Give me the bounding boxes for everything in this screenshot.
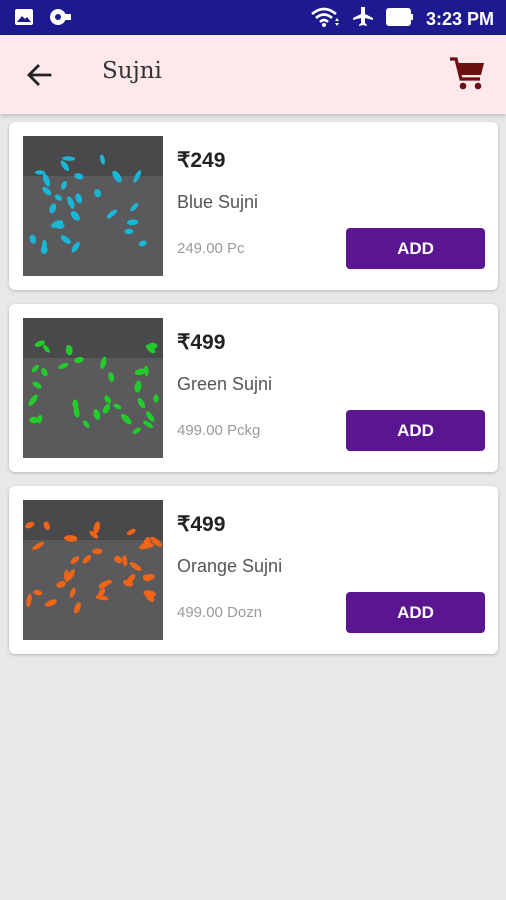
battery-icon [385,7,414,32]
status-bar-left [14,8,72,31]
add-button[interactable]: ADD [346,410,485,451]
product-price: ₹499 [177,513,226,536]
camera-icon [48,8,72,31]
product-image [23,136,163,276]
product-name: Green Sujni [177,374,273,394]
status-bar-right: 3:23 PM [310,6,494,33]
product-image [23,318,163,458]
product-unit-price: 499.00 Dozn [177,604,263,621]
product-name: Orange Sujni [177,556,283,576]
back-button[interactable] [22,59,58,91]
add-button[interactable]: ADD [346,592,485,633]
wifi-icon [310,6,340,33]
status-bar: 3:23 PM [0,0,506,35]
product-unit-price: 499.00 Pckg [177,422,261,439]
add-button[interactable]: ADD [346,228,485,269]
page-title: Sujni [102,58,162,84]
product-price: ₹249 [177,149,226,172]
status-time: 3:23 PM [425,9,494,29]
product-image [23,500,163,640]
product-price: ₹499 [177,331,226,354]
arrow-left-icon [27,64,52,86]
product-unit-price: 249.00 Pc [177,240,245,257]
product-card[interactable]: ₹499 Orange Sujni 499.00 Dozn ADD [9,486,498,654]
airplane-icon [352,6,374,33]
product-card[interactable]: ₹249 Blue Sujni 249.00 Pc ADD [9,122,498,290]
product-card[interactable]: ₹499 Green Sujni 499.00 Pckg ADD [9,304,498,472]
shopping-cart-icon [450,57,484,90]
product-name: Blue Sujni [177,192,259,212]
app-bar: Sujni [0,35,506,114]
cart-button[interactable] [448,53,488,93]
gallery-icon [14,8,34,31]
